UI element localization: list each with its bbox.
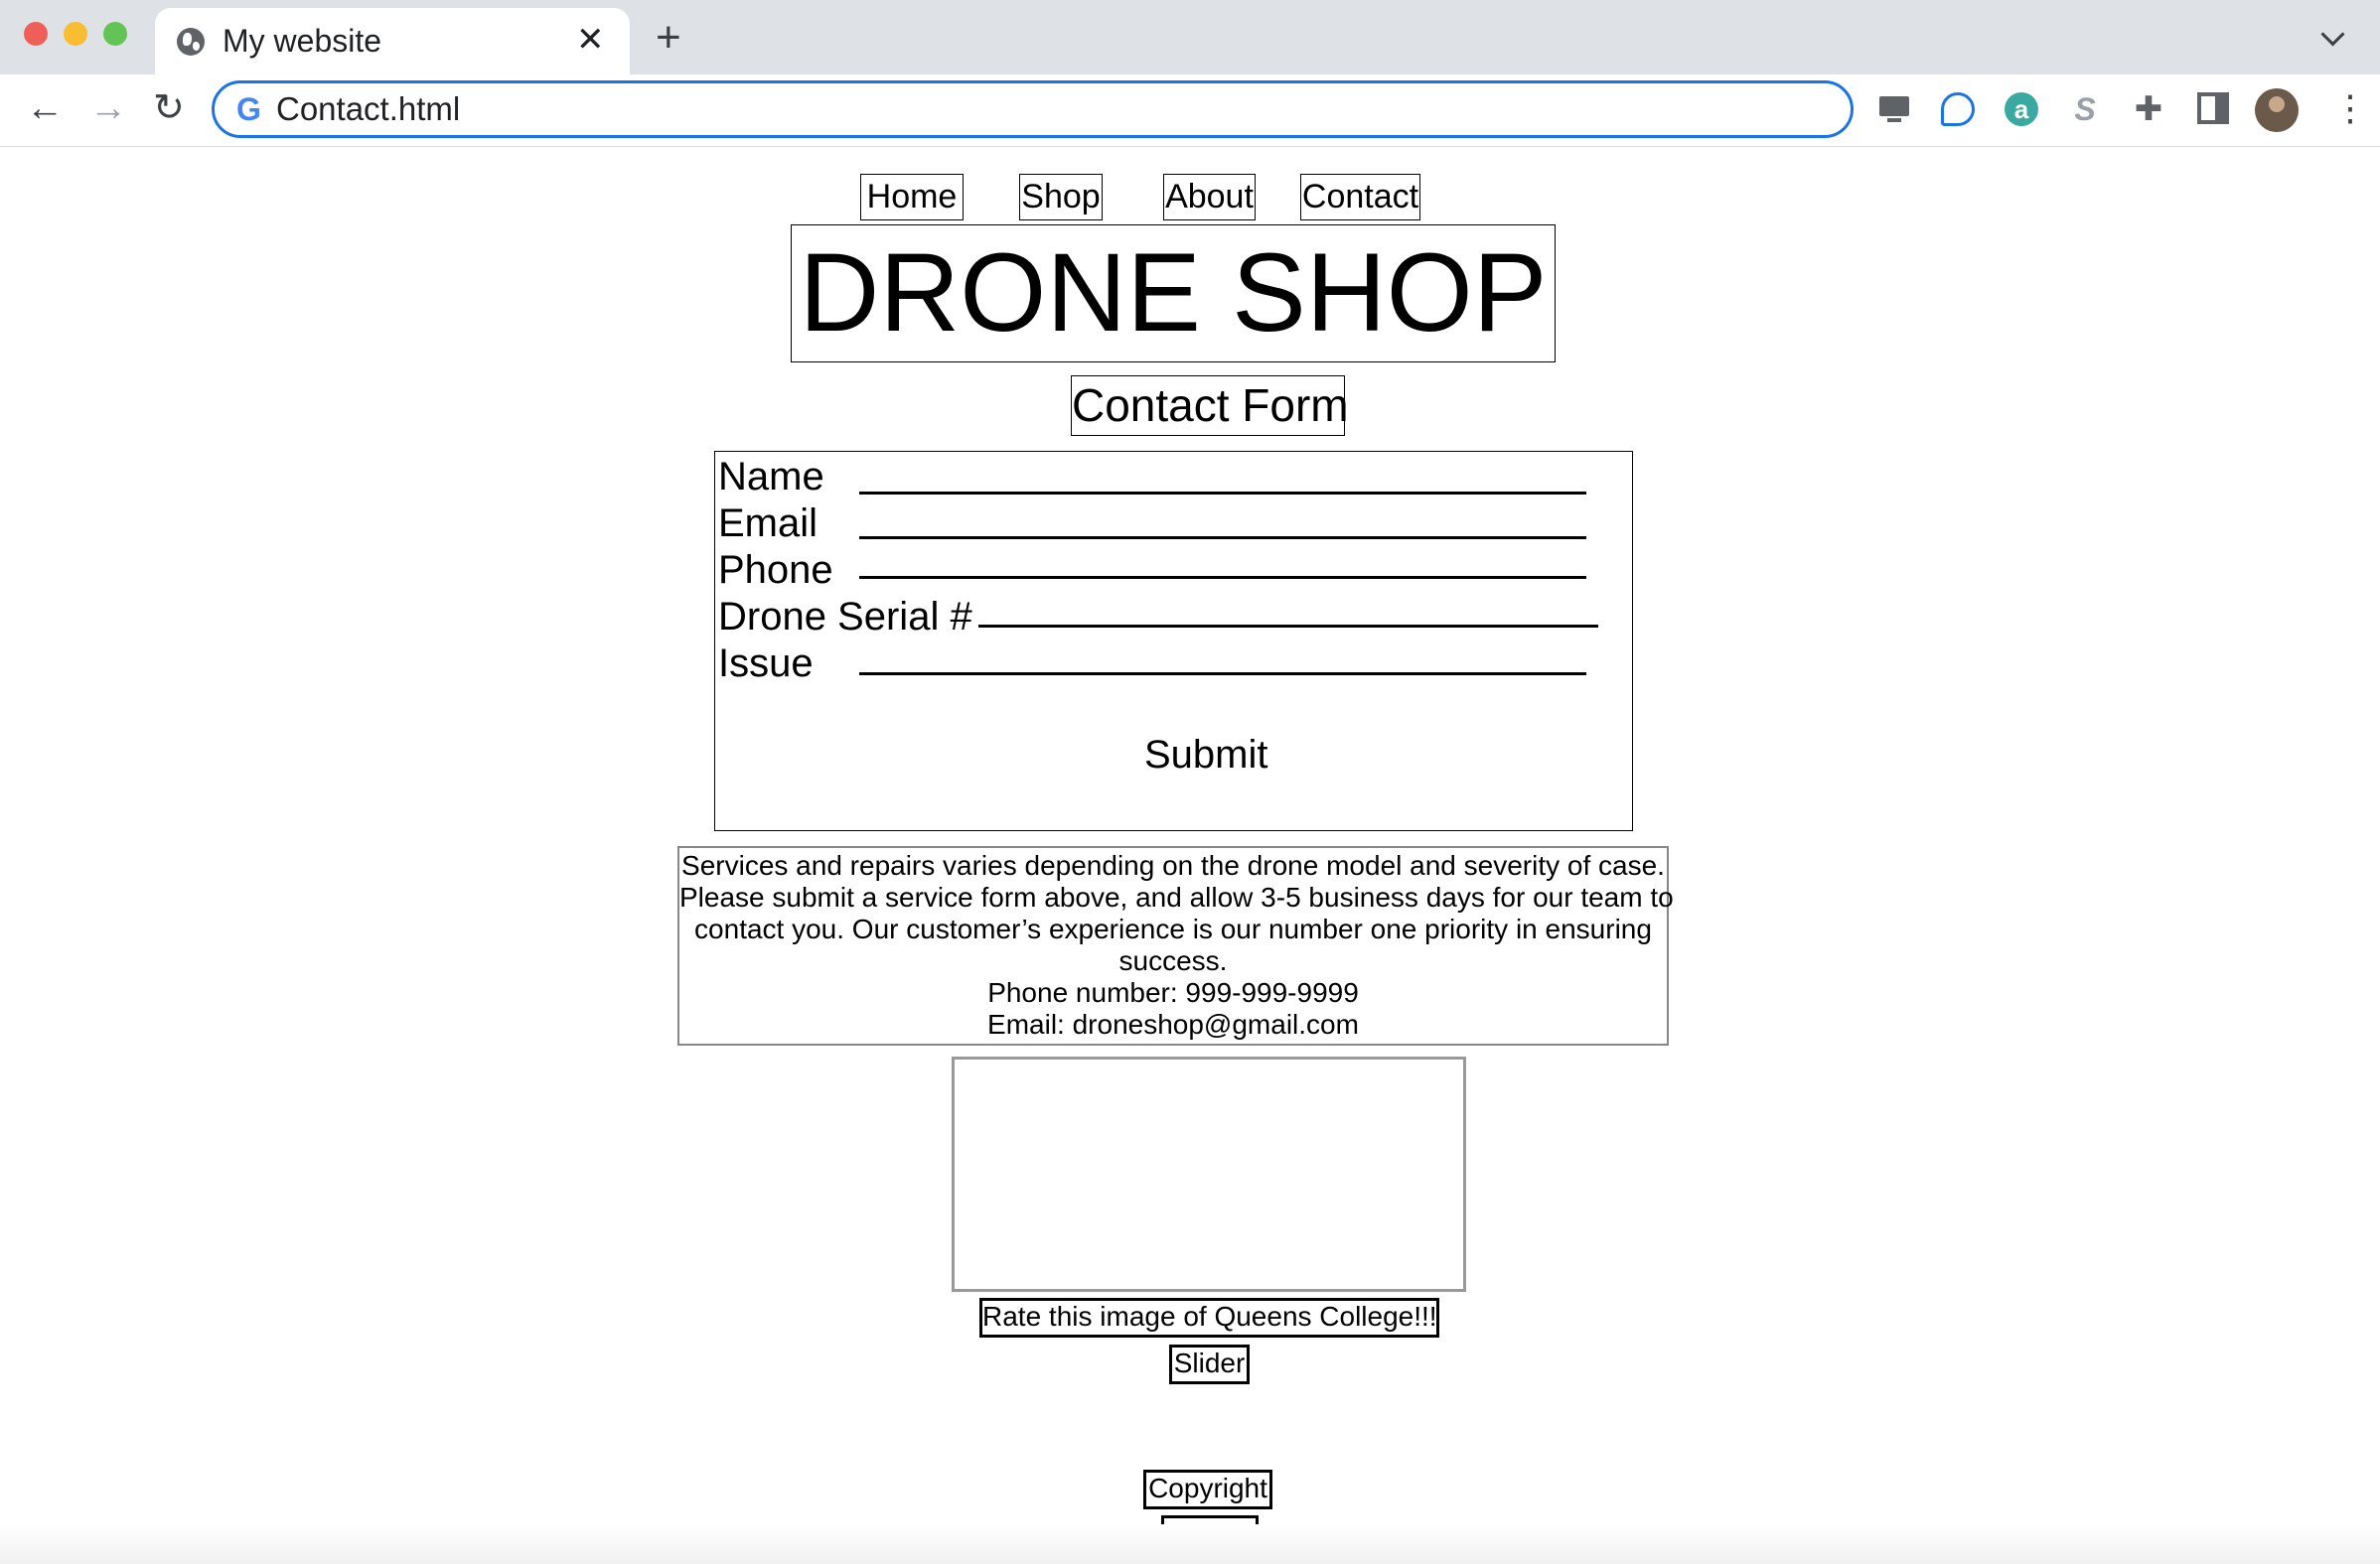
profile-avatar[interactable] — [2255, 88, 2299, 132]
email-label: Email — [718, 501, 818, 545]
rate-image-caption: Rate this image of Queens College!!! — [979, 1298, 1439, 1338]
globe-icon — [177, 28, 205, 56]
forward-button[interactable]: → — [89, 88, 127, 128]
drone-serial-label: Drone Serial # — [718, 595, 972, 639]
service-info-box: Services and repairs varies depending on… — [677, 846, 1674, 1046]
submit-button[interactable]: Submit — [1144, 733, 1268, 777]
rating-slider[interactable]: Slider — [1169, 1345, 1250, 1384]
extensions-puzzle-icon[interactable]: ✚ — [2132, 92, 2165, 126]
minimize-window-button[interactable] — [64, 22, 87, 46]
browser-tab[interactable]: My website ✕ — [155, 8, 630, 74]
window-bottom-edge — [0, 1524, 2380, 1564]
phone-number: Phone number: 999-999-9999 — [987, 977, 1359, 1008]
browser-menu-icon[interactable]: ⋮ — [2332, 88, 2368, 128]
name-label: Name — [718, 455, 824, 498]
contact-email: Email: droneshop@gmail.com — [987, 1009, 1359, 1040]
reload-button[interactable]: ↻ — [153, 88, 185, 128]
screen-share-icon[interactable] — [1877, 92, 1911, 126]
tab-search-chevron-icon[interactable] — [2320, 22, 2345, 47]
footer-copyright: Copyright — [1143, 1470, 1272, 1509]
contact-form-heading: Contact Form — [1071, 375, 1349, 436]
maximize-window-button[interactable] — [103, 22, 127, 46]
info-line: success. — [1118, 945, 1228, 976]
name-field[interactable] — [859, 492, 1586, 495]
phone-field[interactable] — [859, 576, 1586, 579]
info-line: Please submit a service form above, and … — [679, 882, 1674, 913]
nav-link-home[interactable]: Home — [860, 174, 964, 220]
address-bar[interactable]: G Contact.html — [212, 80, 1854, 138]
nav-link-about[interactable]: About — [1163, 174, 1256, 220]
nav-link-contact[interactable]: Contact — [1300, 174, 1420, 220]
nav-link-shop[interactable]: Shop — [1019, 174, 1103, 220]
close-window-button[interactable] — [24, 22, 48, 46]
new-tab-button[interactable]: + — [656, 16, 681, 60]
s-extension-icon[interactable]: S — [2068, 92, 2102, 126]
back-button[interactable]: ← — [26, 88, 64, 128]
issue-label: Issue — [718, 641, 814, 685]
phone-label: Phone — [718, 548, 833, 592]
email-field[interactable] — [859, 536, 1586, 539]
side-panel-icon[interactable] — [2197, 92, 2229, 124]
close-tab-button[interactable]: ✕ — [576, 20, 605, 60]
queens-college-image — [952, 1057, 1466, 1292]
issue-field[interactable] — [859, 672, 1586, 675]
google-icon: G — [236, 91, 261, 127]
tab-title: My website — [223, 23, 382, 59]
browser-toolbar: ← → ↻ G Contact.html a S ✚ ⋮ — [0, 74, 2380, 147]
chat-bubble-icon[interactable] — [1941, 92, 1975, 126]
contact-form: Name Email Phone Drone Serial # Issue Su… — [714, 451, 1633, 831]
info-line: contact you. Our customer’s experience i… — [694, 914, 1652, 944]
page-content: Home Shop About Contact DRONE SHOP Conta… — [0, 147, 2380, 1564]
site-title: DRONE SHOP — [791, 224, 1556, 362]
info-line: Services and repairs varies depending on… — [681, 850, 1665, 881]
amazon-assistant-icon[interactable]: a — [2005, 92, 2038, 126]
browser-titlebar: My website ✕ + — [0, 0, 2380, 74]
drone-serial-field[interactable] — [978, 625, 1598, 628]
url-text[interactable]: Contact.html — [276, 91, 460, 127]
